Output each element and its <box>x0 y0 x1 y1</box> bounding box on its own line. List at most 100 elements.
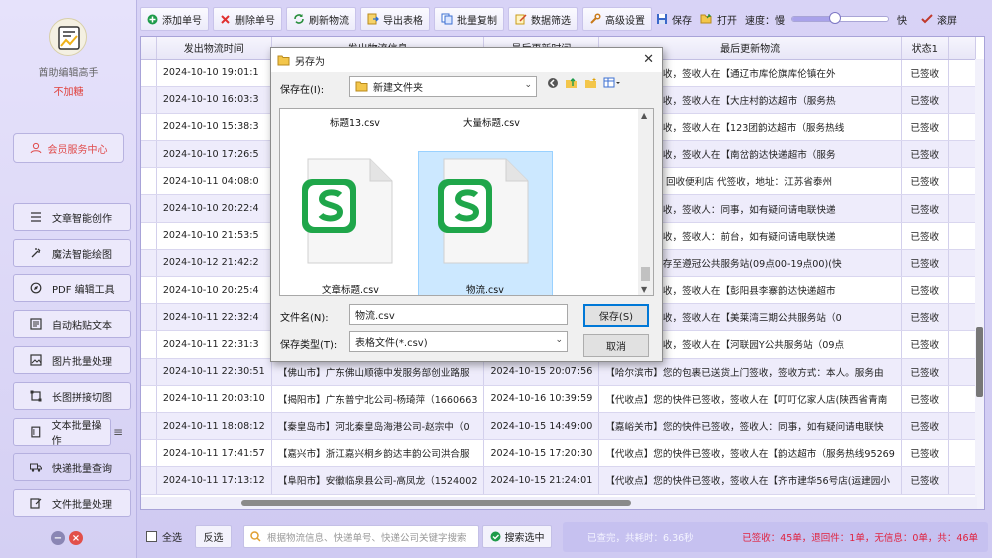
table-row[interactable]: 2024-10-11 18:08:12 【秦皇岛市】河北秦皇岛海港公司-赵宗中（0… <box>141 412 977 441</box>
copy-icon <box>441 13 453 25</box>
table-cell <box>948 249 977 278</box>
file-edit-icon <box>30 498 42 509</box>
up-folder-icon[interactable] <box>565 77 578 89</box>
table-cell <box>141 249 157 278</box>
invert-selection-button[interactable]: 反选 <box>195 525 232 548</box>
table-cell <box>948 194 977 223</box>
search-placeholder: 根据物流信息、快递单号、快递公司关键字搜索 <box>267 532 467 544</box>
close-icon[interactable]: × <box>69 531 83 545</box>
add-tracking-button[interactable]: 添加单号 <box>140 7 209 31</box>
table-cell <box>948 303 977 332</box>
truck-icon <box>30 463 42 472</box>
column-header[interactable] <box>141 37 157 60</box>
wrench-icon <box>590 13 601 24</box>
file-name[interactable]: 物流.csv <box>466 282 504 295</box>
csv-file-icon[interactable] <box>434 155 534 265</box>
save-file-button[interactable]: 保存(S) <box>583 304 649 327</box>
speed-slider-knob[interactable] <box>829 12 842 24</box>
table-cell <box>948 358 977 386</box>
column-header[interactable]: 发出物流时间 <box>156 37 272 60</box>
bottom-bar: 全选 反选 根据物流信息、快递单号、快递公司关键字搜索 搜索选中 已查完，共耗时… <box>140 519 992 553</box>
refresh-button[interactable]: 刷新物流 <box>286 7 356 31</box>
vertical-scrollbar-thumb[interactable] <box>976 327 983 397</box>
sidebar-item-pdf[interactable]: PDF 编辑工具 <box>13 274 131 302</box>
status-cell: 已签收 <box>901 249 949 278</box>
sidebar-item-text-batch[interactable]: 文本批量操作 <box>13 418 111 447</box>
table-row[interactable]: 2024-10-11 22:30:51 【佛山市】广东佛山顺德中发服务部创业路服 2… <box>141 358 977 386</box>
search-selected-button[interactable]: 搜索选中 <box>482 525 552 548</box>
file-list-scrollbar[interactable]: ▲ ▼ <box>638 109 653 295</box>
filetype-dropdown[interactable]: 表格文件(*.csv) ⌄ <box>349 331 568 352</box>
search-input[interactable]: 根据物流信息、快递单号、快递公司关键字搜索 <box>243 525 479 548</box>
status-cell: 已签收 <box>901 194 949 223</box>
filter-button[interactable]: 数据筛选 <box>508 7 578 31</box>
table-cell <box>141 86 157 114</box>
sidebar-item-file-batch[interactable]: 文件批量处理 <box>13 489 131 517</box>
auto-scroll-toggle[interactable]: 滚屏 <box>921 12 957 27</box>
save-in-dropdown[interactable]: 新建文件夹 ⌄ <box>349 76 537 97</box>
csv-file-icon[interactable] <box>298 155 398 265</box>
open-button[interactable]: 打开 <box>700 12 737 27</box>
open-label: 打开 <box>717 15 737 27</box>
vertical-scrollbar[interactable] <box>975 59 984 509</box>
select-all-checkbox[interactable]: 全选 <box>146 529 182 544</box>
status-cell: 已签收 <box>901 167 949 196</box>
sidebar-item-paste[interactable]: 自动粘贴文本 <box>13 310 131 338</box>
table-row[interactable]: 2024-10-11 20:03:10 【揭阳市】广东普宁北公司-杨琦萍（1660… <box>141 385 977 413</box>
horizontal-scrollbar[interactable] <box>141 497 977 509</box>
file-name[interactable]: 文章标题.csv <box>322 282 379 295</box>
sidebar-item-article[interactable]: 文章智能创作 <box>13 203 131 231</box>
select-all-label: 全选 <box>162 533 182 544</box>
table-cell: 2024-10-15 17:20:30 <box>483 439 600 468</box>
table-cell: 2024-10-11 18:08:12 <box>156 412 272 441</box>
column-header[interactable]: 状态1 <box>901 37 949 60</box>
filename-input[interactable]: 物流.csv <box>349 304 568 325</box>
status-cell: 已签收 <box>901 330 949 359</box>
file-list-scrollbar-thumb[interactable] <box>641 267 650 281</box>
sidebar-item-label: 长图拼接切图 <box>52 392 112 404</box>
scroll-down-icon[interactable]: ▼ <box>641 285 647 294</box>
advanced-settings-button[interactable]: 高级设置 <box>582 7 652 31</box>
table-cell: 【代收点】您的快件已签收，签收人在【齐市建华56号店(运建园小 <box>598 466 902 495</box>
sidebar-item-stitch[interactable]: 长图拼接切图 <box>13 382 131 410</box>
status-cell: 已签收 <box>901 412 949 441</box>
sidebar-item-drawing[interactable]: 魔法智能绘图 <box>13 239 131 267</box>
file-name[interactable]: 大量标题.csv <box>463 115 520 129</box>
scroll-up-icon[interactable]: ▲ <box>641 111 647 120</box>
delete-tracking-button[interactable]: 删除单号 <box>213 7 282 31</box>
save-as-dialog: 另存为 ✕ 保存在(I): 新建文件夹 ⌄ 标题13.csv 大量标题.csv <box>270 47 663 362</box>
table-cell: 【嘉峪关市】您的快件已签收，签收人：同事，如有疑问请电联快 <box>598 412 902 441</box>
checkmark-icon <box>921 14 933 24</box>
table-cell <box>948 330 977 359</box>
dialog-close-icon[interactable]: ✕ <box>643 52 654 67</box>
table-cell: 2024-10-11 22:31:3 <box>156 330 272 359</box>
auto-scroll-label: 滚屏 <box>937 15 957 27</box>
table-row[interactable]: 2024-10-11 17:13:12 【阜阳市】安徽临泉县公司-高凤龙（1524… <box>141 466 977 495</box>
menu-icon[interactable]: ≡ <box>107 418 129 446</box>
member-center-button[interactable]: 会员服务中心 <box>13 133 124 163</box>
status-cell: 已签收 <box>901 303 949 332</box>
cancel-button[interactable]: 取消 <box>583 334 649 357</box>
speed-slider[interactable] <box>791 12 889 24</box>
sidebar-item-express[interactable]: 快递批量查询 <box>13 453 131 481</box>
save-button[interactable]: 保存 <box>656 12 692 27</box>
sidebar-item-label: 文章智能创作 <box>52 213 112 225</box>
status-cell: 已签收 <box>901 385 949 413</box>
status-cell: 已签收 <box>901 222 949 250</box>
horizontal-scrollbar-thumb[interactable] <box>241 500 631 506</box>
status-cell: 已签收 <box>901 59 949 87</box>
sidebar-item-label: 自动粘贴文本 <box>52 320 112 332</box>
minimize-icon[interactable]: − <box>51 531 65 545</box>
app-name: 酋助编辑高手 <box>38 68 99 79</box>
file-list[interactable]: 标题13.csv 大量标题.csv 文章标题.csv 物流.csv ▲ ▼ <box>279 108 654 296</box>
new-folder-icon[interactable] <box>584 77 597 89</box>
table-cell <box>141 113 157 142</box>
back-icon[interactable] <box>547 77 559 89</box>
table-row[interactable]: 2024-10-11 17:41:57 【嘉兴市】浙江嘉兴桐乡韵达丰韵公司洪合服 2… <box>141 439 977 468</box>
batch-copy-button[interactable]: 批量复制 <box>434 7 504 31</box>
export-button[interactable]: 导出表格 <box>360 7 430 31</box>
file-name[interactable]: 标题13.csv <box>330 115 380 129</box>
sidebar-item-image[interactable]: 图片批量处理 <box>13 346 131 374</box>
view-menu-icon[interactable] <box>603 77 621 89</box>
column-header[interactable] <box>948 37 977 60</box>
